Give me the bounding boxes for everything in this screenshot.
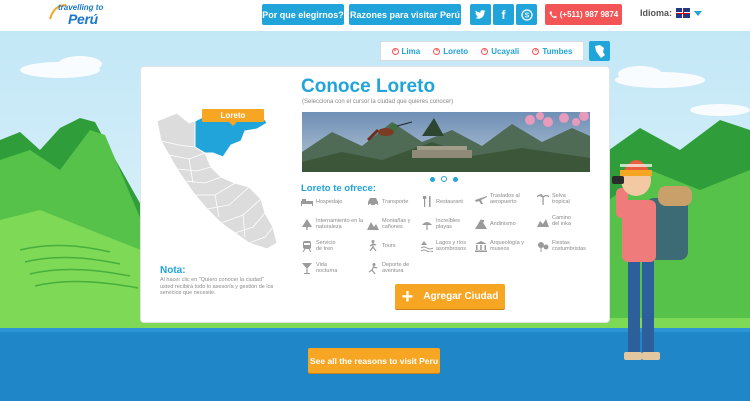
language-label: Idioma: (640, 8, 673, 18)
tab-loreto[interactable]: × Loreto (433, 47, 468, 56)
adventure-icon (368, 262, 378, 274)
mountain-icon (367, 221, 379, 230)
carousel-dots (430, 176, 458, 182)
plane-icon (475, 195, 487, 204)
tree-icon (302, 218, 312, 230)
inca-trail-icon (537, 218, 549, 227)
facebook-icon[interactable]: f (493, 4, 514, 25)
offer-item[interactable]: Camino del inka (537, 215, 578, 227)
city-title: Conoce Loreto (301, 76, 436, 97)
tab-ucayali[interactable]: × Ucayali (481, 47, 519, 56)
svg-text:S: S (524, 12, 529, 19)
climbing-icon (475, 219, 487, 229)
offer-item[interactable]: Tours (367, 240, 395, 251)
see-reasons-button[interactable]: See all the reasons to visit Peru (308, 348, 440, 373)
lake-icon (421, 240, 433, 252)
offer-item[interactable]: Arqueología y museos (475, 240, 526, 252)
cutlery-icon (423, 196, 431, 207)
phone-number: (+511) 987 9874 (559, 10, 619, 19)
palm-tree-icon (537, 193, 549, 205)
offer-item[interactable]: Internamiento en la naturaleza (301, 218, 364, 230)
offer-item[interactable]: Selva tropical (537, 193, 580, 205)
city-card: Loreto Nota: Al hacer clic en "Quiero co… (141, 67, 609, 322)
twitter-icon[interactable] (470, 4, 491, 25)
note-text: Al hacer clic en "Quiero conocer la ciud… (160, 277, 274, 296)
remove-icon[interactable]: × (481, 47, 489, 55)
peru-map-icon (595, 44, 605, 58)
tab-lima[interactable]: × Lima (391, 47, 420, 56)
offer-item[interactable]: Vida nocturna (301, 262, 342, 274)
uk-flag-icon (676, 8, 691, 18)
offer-item[interactable]: Deporte de aventura (367, 262, 418, 274)
nav-why-choose-us[interactable]: Por que elegirnos? (262, 4, 344, 25)
plus-icon: + (401, 285, 414, 308)
remove-icon[interactable]: × (391, 47, 399, 55)
nightlife-icon (302, 262, 312, 274)
carousel-image[interactable] (302, 112, 590, 172)
offer-item[interactable]: Restaurant (421, 196, 463, 207)
nav-reasons-visit-peru[interactable]: Razones para visitar Perú (349, 4, 461, 25)
offer-item[interactable]: Servicio de tren (301, 240, 342, 252)
chevron-down-icon (694, 10, 703, 16)
beach-icon (422, 221, 432, 230)
offer-item[interactable]: Lagos y ríos asombrosos (421, 240, 476, 252)
offer-item[interactable]: Hospedaje (301, 196, 342, 207)
car-icon (368, 198, 378, 207)
language-selector[interactable]: Idioma: (640, 8, 703, 18)
add-city-label: Agregar Ciudad (423, 291, 499, 302)
skype-icon[interactable]: S (516, 4, 537, 25)
offer-item[interactable]: Traslados al aeropuerto (475, 193, 526, 205)
peru-map: Loreto (149, 87, 289, 257)
offers-grid: Hospedaje Transporte Restaurant Traslado… (301, 193, 601, 274)
map-toggle-button[interactable] (589, 41, 610, 61)
note-block: Nota: Al hacer clic en "Quiero conocer l… (160, 265, 275, 297)
phone-icon (549, 11, 557, 18)
city-subtitle: (Selecciona con el cursor la ciudad que … (302, 99, 454, 105)
note-title: Nota: (160, 265, 186, 276)
museum-icon (475, 240, 487, 252)
festival-icon (538, 241, 549, 252)
carousel-dot-3[interactable] (453, 176, 458, 182)
bed-icon (301, 199, 313, 206)
logo-bottom-text: Perú (68, 11, 98, 27)
offer-item[interactable]: Increíbles playas (421, 218, 466, 230)
tab-tumbes[interactable]: × Tumbes (532, 47, 572, 56)
offers-title: Loreto te ofrece: (301, 183, 376, 194)
hiker-icon (369, 240, 377, 251)
top-header: travelling to Perú Por que elegirnos? Ra… (0, 0, 750, 31)
traveller-illustration (612, 160, 692, 360)
train-icon (302, 240, 312, 252)
carousel-dot-2[interactable] (441, 176, 447, 182)
remove-icon[interactable]: × (433, 47, 441, 55)
phone-button[interactable]: (+511) 987 9874 (545, 4, 622, 25)
site-logo[interactable]: travelling to Perú (44, 3, 114, 27)
remove-icon[interactable]: × (532, 47, 540, 55)
selected-region-label: Loreto (202, 109, 264, 126)
offer-item[interactable]: Montañas y cañones (367, 218, 418, 230)
offer-item[interactable]: Transporte (367, 196, 408, 207)
offer-item[interactable]: Andinismo (475, 218, 516, 229)
add-city-button[interactable]: + Agregar Ciudad (395, 284, 505, 309)
offer-item[interactable]: Fiestas costumbristas (537, 240, 592, 252)
carousel-dot-1[interactable] (430, 176, 435, 182)
city-tabs: × Lima × Loreto × Ucayali × Tumbes (380, 41, 584, 61)
